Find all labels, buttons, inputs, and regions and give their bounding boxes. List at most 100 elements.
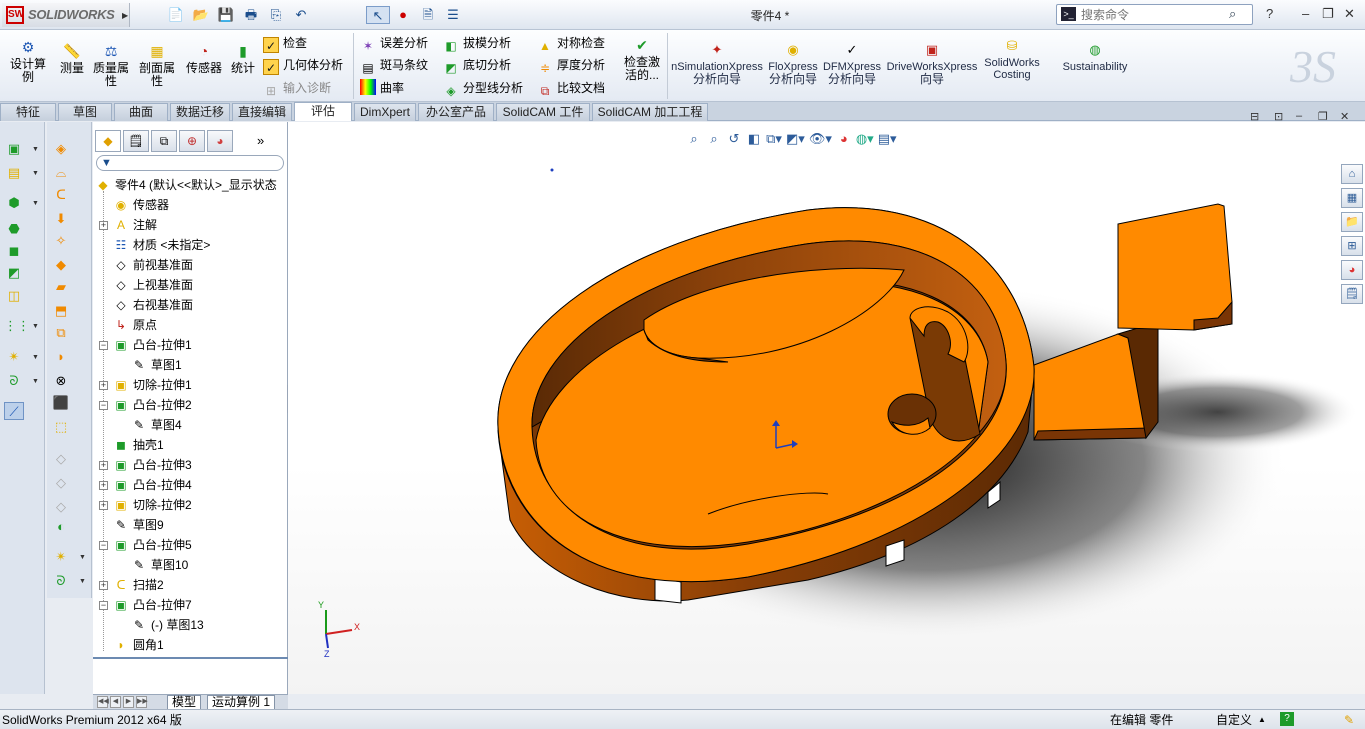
expand-icon[interactable]: + xyxy=(99,501,108,510)
move-copy-icon[interactable]: ⬚ xyxy=(51,418,71,436)
tab-surfaces[interactable]: 曲面 xyxy=(114,103,168,121)
tab-sketch[interactable]: 草图 xyxy=(58,103,112,121)
tab-office-products[interactable]: 办公室产品 xyxy=(418,103,494,121)
units-selector[interactable]: 自定义 xyxy=(1216,712,1252,728)
search-icon[interactable]: ⌕ xyxy=(1229,6,1236,22)
feature-tree-tab-icon[interactable]: ◆ xyxy=(95,130,121,152)
select-cursor-icon[interactable]: ↖ xyxy=(366,6,390,24)
rib-icon[interactable]: ⬒ xyxy=(51,302,71,320)
tree-item[interactable]: ◇ 上视基准面 xyxy=(93,275,288,295)
open-folder-icon[interactable]: 📂 xyxy=(189,6,213,24)
tree-item[interactable]: ◇ 右视基准面 xyxy=(93,295,288,315)
flex-icon[interactable]: ᑕ xyxy=(51,186,71,204)
tab-direct-editing[interactable]: 直接编辑 xyxy=(232,103,292,121)
tab-evaluate[interactable]: 评估 xyxy=(294,102,352,121)
tree-item[interactable]: ✎ 草图10 xyxy=(93,555,288,575)
expand-icon[interactable]: + xyxy=(99,581,108,590)
tree-item[interactable]: ◗ 圆角1 xyxy=(93,635,288,655)
dimxpert-manager-tab-icon[interactable]: ⊕ xyxy=(179,130,205,152)
deviation-analysis-button[interactable]: ✶ 误差分析 xyxy=(360,33,428,53)
wrap-icon[interactable]: ◈ xyxy=(51,140,71,158)
tree-item[interactable]: + ▣ 凸台-拉伸4 xyxy=(93,475,288,495)
expand-icon[interactable]: + xyxy=(99,381,108,390)
rebuild-icon[interactable]: ⎘ xyxy=(264,6,288,24)
search-input[interactable] xyxy=(1081,7,1227,22)
dfmxpress-button[interactable]: ✓ DFMXpress 分析向导 xyxy=(822,42,882,85)
tree-item[interactable]: ☷ 材质 <未指定> xyxy=(93,235,288,255)
geometry-analysis-button[interactable]: ✓ 几何体分析 xyxy=(263,55,343,75)
new-document-icon[interactable]: 📄 xyxy=(164,6,188,24)
costing-button[interactable]: ⛁ SolidWorks Costing xyxy=(982,38,1042,81)
first-tab-icon[interactable]: ◀◀ xyxy=(97,696,109,708)
property-manager-tab-icon[interactable]: 🗒 xyxy=(123,130,149,152)
configuration-manager-tab-icon[interactable]: ⧉ xyxy=(151,130,177,152)
extrude-boss-icon[interactable]: ▣ xyxy=(4,140,24,158)
tree-item[interactable]: + A 注解 xyxy=(93,215,288,235)
tree-root[interactable]: ◆ 零件4 (默认<<默认>_显示状态 xyxy=(93,175,288,195)
reference-geometry-icon[interactable]: ✴ xyxy=(4,348,24,366)
loft-icon[interactable]: ⬣ xyxy=(4,220,24,238)
chevron-down-icon[interactable]: ▼ xyxy=(79,554,86,561)
dome-icon[interactable]: ⌓ xyxy=(51,164,71,182)
undo-icon[interactable]: ↶ xyxy=(289,6,313,24)
tree-item[interactable]: ◉ 传感器 xyxy=(93,195,288,215)
file-explorer-icon[interactable]: 📁 xyxy=(1341,212,1363,232)
thickness-analysis-button[interactable]: ≑ 厚度分析 xyxy=(537,55,605,75)
print-icon[interactable]: 🖶 xyxy=(239,6,263,24)
curves-icon[interactable]: ᘐ xyxy=(4,372,24,390)
tree-item[interactable]: ◇ 前视基准面 xyxy=(93,255,288,275)
combine-icon[interactable]: ◗ xyxy=(51,348,71,366)
chevron-down-icon[interactable]: ▼ xyxy=(32,170,39,177)
shell-icon[interactable]: ▰ xyxy=(51,278,71,296)
tree-item[interactable]: + ▣ 凸台-拉伸3 xyxy=(93,455,288,475)
check-active-button[interactable]: ✔ 检查激活的... xyxy=(620,36,664,82)
ref-geometry-2-icon[interactable]: ✴ xyxy=(51,548,71,566)
expand-icon[interactable]: + xyxy=(99,221,108,230)
appearances-icon[interactable]: ◕ xyxy=(1341,260,1363,280)
design-study-button[interactable]: ⚙ 设计算例 xyxy=(6,38,50,84)
deform-icon[interactable]: ⬇ xyxy=(51,210,71,228)
chevron-down-icon[interactable]: ▼ xyxy=(32,323,39,330)
import-diagnostics-button[interactable]: ⊞ 输入诊断 xyxy=(263,78,331,98)
parting-line-button[interactable]: ◈ 分型线分析 xyxy=(443,78,523,98)
tree-item[interactable]: ✎ (-) 草图13 xyxy=(93,615,288,635)
sweep-icon[interactable]: ⬢ xyxy=(4,194,24,212)
expand-icon[interactable]: + xyxy=(99,481,108,490)
traffic-light-icon[interactable]: ● xyxy=(391,6,415,24)
tree-item[interactable]: ↳ 原点 xyxy=(93,315,288,335)
tab-motion-study[interactable]: 运动算例 1 xyxy=(207,695,276,710)
minimize-button[interactable]: – xyxy=(1302,6,1309,21)
tab-dimxpert[interactable]: DimXpert xyxy=(354,103,416,121)
fillet-icon[interactable]: ◫ xyxy=(4,287,24,305)
tree-item[interactable]: + ▣ 切除-拉伸1 xyxy=(93,375,288,395)
quick-tips-icon[interactable]: ✎ xyxy=(1344,712,1354,728)
simulationxpress-button[interactable]: ✦ nSimulationXpress 分析向导 xyxy=(671,42,763,85)
measure-button[interactable]: 📏 测量 xyxy=(56,42,88,75)
chevron-down-icon[interactable]: ▼ xyxy=(32,200,39,207)
freeform-icon[interactable]: ◐ xyxy=(51,518,71,536)
sensor-button[interactable]: ◔ 传感器 xyxy=(184,42,224,75)
draft-analysis-button[interactable]: ◧ 拔模分析 xyxy=(443,33,511,53)
cut-extrude-icon[interactable]: ◼ xyxy=(4,242,24,260)
custom-properties-icon[interactable]: 🗒 xyxy=(1341,284,1363,304)
minimize-icon[interactable]: – xyxy=(1296,110,1302,122)
tree-item[interactable]: ✎ 草图1 xyxy=(93,355,288,375)
file-properties-icon[interactable]: 🗎 xyxy=(416,6,440,24)
zebra-stripes-button[interactable]: ▤ 斑马条纹 xyxy=(360,55,428,75)
tree-item[interactable]: ✎ 草图4 xyxy=(93,415,288,435)
search-command-box[interactable]: >_ ⌕ xyxy=(1056,4,1253,25)
next-tab-icon[interactable]: ▶ xyxy=(123,696,134,708)
tab-data-migration[interactable]: 数据迁移 xyxy=(170,103,230,121)
mass-properties-button[interactable]: ⚖ 质量属性 xyxy=(91,42,131,88)
display-manager-tab-icon[interactable]: ◕ xyxy=(207,130,233,152)
curves-2-icon[interactable]: ᘐ xyxy=(51,572,71,590)
undercut-analysis-button[interactable]: ◩ 底切分析 xyxy=(443,55,511,75)
tab-solidcam-machining[interactable]: SolidCAM 加工工程 xyxy=(592,103,708,121)
intersect-icon[interactable]: ⊗ xyxy=(51,372,71,390)
curvature-button[interactable]: 曲率 xyxy=(360,78,404,98)
statistics-button[interactable]: ▮ 统计 xyxy=(229,42,257,75)
graphics-area[interactable]: ⌕ ⌕ ↺ ◧ ⧉▾ ◩▾ 👁▾ ◕ ◍▾ ▤▾ ⊟ ⊡ – ❐ ✕ X Y Z… xyxy=(288,110,1365,694)
part-model-view[interactable] xyxy=(288,122,1365,694)
chevron-down-icon[interactable]: ▼ xyxy=(32,146,39,153)
previous-tab-icon[interactable]: ◀ xyxy=(110,696,121,708)
